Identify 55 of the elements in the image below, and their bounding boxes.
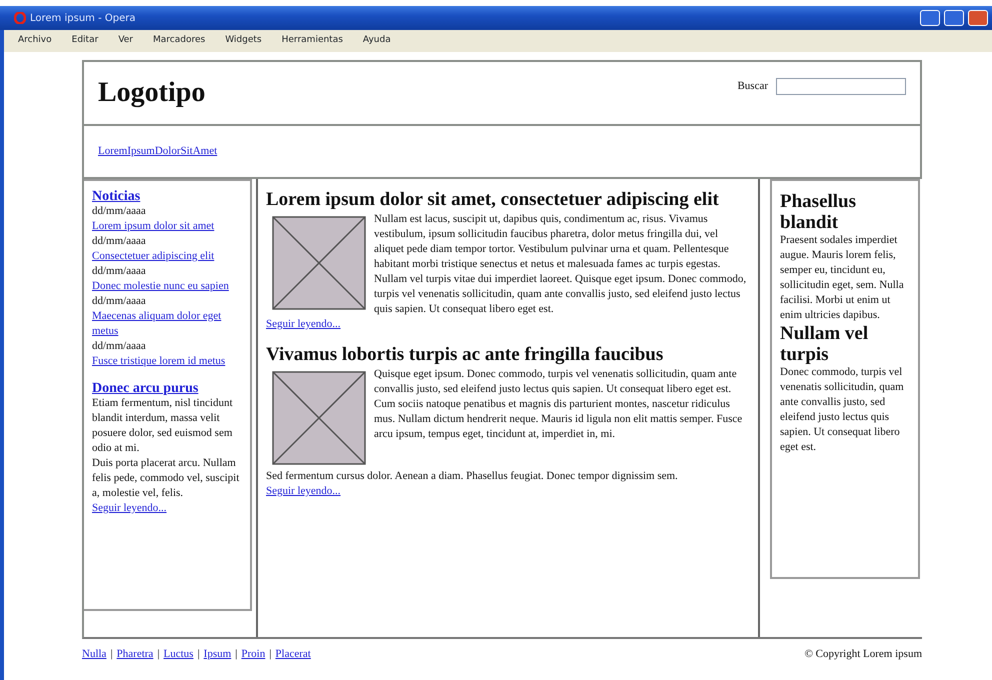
read-more-link[interactable]: Seguir leyendo...: [266, 484, 341, 499]
aside-title: Nullam vel turpis: [780, 323, 870, 365]
menu-item[interactable]: Herramientas: [282, 34, 343, 48]
read-more-link[interactable]: Seguir leyendo...: [92, 502, 167, 514]
aside-paragraph: Donec commodo, turpis vel venenatis sollicitudin, quam ante convallis justo, sed eleifend justo lectus quis sapien. Ut consequat libero eget est.: [780, 365, 905, 455]
logo-text: Logotipo: [98, 77, 206, 109]
separator-text: |: [235, 647, 238, 662]
article-paragraph: Nullam est lacus, suscipit ut, dapibus quis, condimentum ac, risus. Vivamus vestibulum, ipsum sollicitudin faucibus pharetra, dolor metus fringilla dui, vel aliquet pede diam tempor tortor. Vestibulum pulvinar urna et quam. Pellentesque habitant morbi tristique senectus et netus et malesuada fames ac turpis egestas. Nullam vel turpis vitae dui imperdiet laoreet. Quisque eget ipsum. Donec commodo, turpis vel venenatis sollicitudin, quam ante convallis justo, sed eleifend justo lectus quis sapien. Ut consequat libero eget est.: [374, 212, 748, 317]
news-date: dd/mm/aaaa: [92, 234, 147, 249]
footer-link[interactable]: Pharetra: [116, 647, 154, 669]
minimize-button[interactable]: [920, 10, 940, 26]
menu-item[interactable]: Marcadores: [153, 34, 206, 48]
app-icon: [14, 12, 26, 24]
separator-text: |: [197, 647, 200, 662]
news-date: dd/mm/aaaa: [92, 204, 147, 219]
news-date: dd/mm/aaaa: [92, 264, 147, 279]
aside-paragraph: Praesent sodales imperdiet augue. Mauris lorem felis, semper eu, tincidunt eu, sollicitudin eget, sem. Nulla facilisi. Morbi ut enim ut enim ultricies dapibus.: [780, 233, 905, 323]
sidebar-paragraph: Etiam fermentum, nisl tincidunt blandit interdum, massa velit posuere dolor, sed euismod sem odio at mi.: [92, 396, 234, 456]
news-link[interactable]: Fusce tristique lorem id metus: [92, 354, 242, 369]
nav-link[interactable]: LoremIpsumDolorSitAmet: [98, 144, 218, 159]
copyright-text: © Copyright Lorem ipsum: [804, 647, 922, 662]
news-link[interactable]: Donec molestie nunc eu sapien: [92, 279, 242, 294]
window-title: Lorem ipsum - Opera: [30, 12, 136, 26]
footer-link[interactable]: Luctus: [164, 647, 194, 669]
news-heading-link[interactable]: Noticias: [92, 189, 242, 204]
read-more-link[interactable]: Seguir leyendo...: [266, 317, 341, 332]
article-paragraph: Quisque eget ipsum. Donec commodo, turpis vel venenatis sollicitudin, quam ante convallis justo, sed eleifend justo lectus quis sapien. Ut consequat libero eget est.: [374, 367, 738, 397]
footer-link[interactable]: Placerat: [275, 647, 311, 669]
news-link[interactable]: Maecenas aliquam dolor eget metus: [92, 309, 242, 339]
article-paragraph: Cum sociis natoque penatibus et magnis dis parturient montes, nascetur ridiculus mus. Nullam dictum hendrerit neque. Mauris id ligula non elit mattis semper. Fusce arcu ipsum, tempus eget, tincidunt at, imperdiet in, mi.: [374, 397, 744, 442]
menu-item[interactable]: Widgets: [225, 34, 262, 48]
menu-item[interactable]: Archivo: [18, 34, 52, 48]
close-button[interactable]: [968, 10, 988, 26]
footer-link[interactable]: Ipsum: [204, 647, 232, 669]
footer-link[interactable]: Proin: [241, 647, 266, 669]
section-heading-link[interactable]: Donec arcu purus: [92, 381, 242, 396]
search-field[interactable]: [776, 78, 906, 95]
separator-text: |: [110, 647, 113, 662]
separator-text: |: [269, 647, 272, 662]
news-link[interactable]: Consectetuer adipiscing elit: [92, 249, 242, 264]
sidebar-paragraph: Duis porta placerat arcu. Nullam felis pede, commodo vel, suscipit a, molestie vel, felis.: [92, 456, 240, 501]
menu-item[interactable]: Ver: [118, 34, 134, 48]
news-date: dd/mm/aaaa: [92, 294, 147, 309]
separator-text: |: [157, 647, 160, 662]
search-label: Buscar: [737, 79, 768, 94]
article-paragraph: Sed fermentum cursus dolor. Aenean a diam. Phasellus feugiat. Donec tempor dignissim sem.: [266, 469, 679, 484]
footer-link[interactable]: Nulla: [82, 647, 106, 669]
aside-title: Phasellus blandit: [780, 191, 858, 233]
menu-item[interactable]: Ayuda: [362, 34, 391, 48]
news-link[interactable]: Lorem ipsum dolor sit amet: [92, 219, 242, 234]
maximize-button[interactable]: [944, 10, 964, 26]
article-title: Lorem ipsum dolor sit amet, consectetuer adipiscing elit: [266, 189, 720, 210]
menu-item[interactable]: Editar: [72, 34, 98, 48]
article-title: Vivamus lobortis turpis ac ante fringilla faucibus: [266, 344, 664, 365]
news-date: dd/mm/aaaa: [92, 339, 147, 354]
